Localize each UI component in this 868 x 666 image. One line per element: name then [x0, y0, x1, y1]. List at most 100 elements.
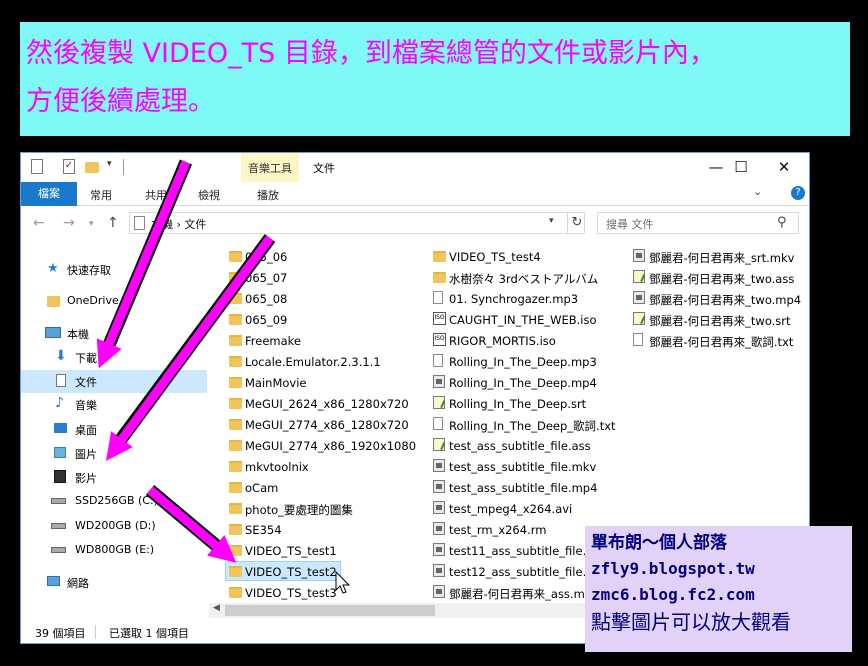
tab-home[interactable]: 常用: [90, 187, 112, 203]
blog-note: 點擊圖片可以放大觀看: [591, 610, 791, 634]
nav-item-label: WD200GB (D:): [75, 519, 156, 532]
nav-item-quick-access[interactable]: ★ 快速存取: [21, 258, 207, 280]
file-name: 水樹奈々 3rdベストアルバム: [449, 272, 599, 286]
new-folder-icon[interactable]: [85, 162, 99, 173]
selected-count: 已選取 1 個項目: [109, 627, 189, 640]
nav-item-downloads[interactable]: ⬇ 下載: [21, 346, 207, 368]
nav-item-network[interactable]: 網路: [21, 571, 207, 593]
nav-item-onedrive[interactable]: OneDrive: [21, 290, 207, 312]
file-name: Locale.Emulator.2.3.1.1: [245, 355, 381, 369]
status-separator: [95, 625, 96, 639]
nav-item-this-pc[interactable]: 本機: [21, 322, 207, 344]
caption-line-2: 方便後續處理。: [26, 86, 215, 117]
tab-file[interactable]: 檔案: [21, 182, 77, 206]
nav-item-label: 本機: [67, 328, 89, 341]
file-name: 065_07: [245, 271, 288, 285]
nav-item-drive-c[interactable]: SSD256GB (C:): [21, 490, 207, 512]
folder-icon: [229, 314, 242, 325]
pictures-icon: [54, 447, 66, 458]
star-icon: ★: [47, 261, 59, 276]
search-placeholder: 搜尋 文件: [606, 218, 654, 231]
folder-icon: [229, 377, 242, 388]
file-name: 鄧麗君-何日君再来_two.ass: [649, 272, 795, 286]
tab-play[interactable]: 播放: [257, 187, 279, 203]
drive-icon: [51, 498, 66, 504]
file-name: 鄧麗君-何日君再来_two.mp4: [649, 293, 802, 307]
checkmark-icon[interactable]: ✓: [63, 159, 75, 174]
up-arrow-icon[interactable]: ↑: [107, 215, 119, 231]
forward-arrow-icon[interactable]: →: [63, 215, 75, 231]
file-name: VIDEO_TS_test3: [245, 586, 337, 600]
nav-item-label: WD800GB (E:): [75, 543, 155, 556]
item-count: 39 個項目: [35, 627, 86, 640]
file-name: VIDEO_TS_test2: [245, 565, 337, 579]
scroll-left-icon[interactable]: ◀: [213, 603, 220, 613]
file-name: test_ass_subtitle_file.mp4: [449, 481, 598, 495]
music-icon: ♪: [55, 395, 64, 411]
titlebar-separator: [123, 159, 124, 175]
tab-view[interactable]: 檢視: [198, 187, 220, 203]
file-name: MeGUI_2774_x86_1280x720: [245, 418, 409, 432]
nav-item-desktop[interactable]: 桌面: [21, 418, 207, 440]
nav-item-pictures[interactable]: 圖片: [21, 442, 207, 464]
file-name: oCam: [245, 481, 279, 495]
tab-share[interactable]: 共用: [145, 187, 167, 203]
address-dropdown-icon[interactable]: ▾: [549, 216, 554, 226]
file-name: Freemake: [245, 334, 301, 348]
maximize-button[interactable]: ☐: [718, 153, 764, 182]
close-button[interactable]: ✕: [761, 153, 807, 182]
file-name: 鄧麗君-何日君再来_two.srt: [649, 314, 791, 328]
media-file-icon: [433, 480, 445, 493]
file-name: 065_06: [245, 250, 288, 264]
document-icon: [433, 291, 443, 304]
drive-icon: [51, 523, 66, 529]
folder-icon: [229, 503, 242, 514]
recent-locations-dropdown-icon[interactable]: ▾: [89, 219, 94, 229]
refresh-icon[interactable]: ↻: [567, 213, 586, 233]
nav-item-videos[interactable]: 影片: [21, 466, 207, 488]
blog-url-2: zmc6.blog.fc2.com: [591, 585, 755, 604]
file-name: MainMovie: [245, 376, 307, 390]
ribbon-tab-bar: [21, 182, 809, 206]
nav-item-drive-e[interactable]: WD800GB (E:): [21, 539, 207, 561]
file-name: photo_要處理的圖集: [245, 503, 353, 517]
desktop-icon: [54, 423, 67, 433]
file-name: 鄧麗君-何日君再来_ass.m: [449, 587, 585, 601]
blog-info-box: 單布朗～個人部落 zfly9.blogspot.tw zmc6.blog.fc2…: [585, 526, 852, 652]
file-name: MeGUI_2774_x86_1920x1080: [245, 439, 417, 453]
blog-url-1: zfly9.blogspot.tw: [591, 559, 755, 578]
file-name: CAUGHT_IN_THE_WEB.iso: [449, 313, 597, 327]
nav-item-drive-d[interactable]: WD200GB (D:): [21, 515, 207, 537]
window-title: 文件: [313, 162, 335, 175]
search-icon[interactable]: ⚲: [777, 215, 787, 230]
file-name: SE354: [245, 523, 282, 537]
back-arrow-icon[interactable]: ←: [33, 215, 45, 231]
nav-item-music[interactable]: ♪ 音樂: [21, 393, 207, 415]
media-file-icon: [633, 291, 645, 304]
address-path[interactable]: 本機 › 文件: [151, 216, 206, 232]
file-name: 01. Synchrogazer.mp3: [449, 292, 579, 306]
folder-icon: [229, 293, 242, 304]
properties-icon[interactable]: [31, 159, 43, 174]
folder-icon: [229, 566, 242, 577]
caption-line-1: 然後複製 VIDEO_TS 目錄，到檔案總管的文件或影片內，: [26, 38, 716, 69]
folder-icon: [229, 461, 242, 472]
quick-access-dropdown-icon[interactable]: ▾: [107, 159, 112, 169]
file-name: Rolling_In_The_Deep.srt: [449, 397, 587, 411]
folder-icon: [229, 545, 242, 556]
folder-icon: [47, 296, 60, 307]
media-file-icon: [433, 501, 445, 514]
scrollbar-thumb[interactable]: [225, 605, 435, 616]
folder-icon: [229, 272, 242, 283]
media-file-icon: [433, 459, 445, 472]
file-name: test_mpeg4_x264.avi: [449, 502, 573, 516]
help-icon[interactable]: ?: [791, 186, 805, 200]
file-name: 鄧麗君-何日君再來_歌詞.txt: [649, 335, 794, 349]
ribbon-expand-icon[interactable]: ⌄: [753, 185, 762, 198]
nav-item-label: 文件: [75, 376, 97, 389]
folder-icon: [229, 398, 242, 409]
nav-item-documents[interactable]: 文件: [21, 370, 207, 392]
documents-icon: [56, 374, 66, 387]
blog-name: 單布朗～個人部落: [591, 533, 727, 553]
file-name: MeGUI_2624_x86_1280x720: [245, 397, 409, 411]
